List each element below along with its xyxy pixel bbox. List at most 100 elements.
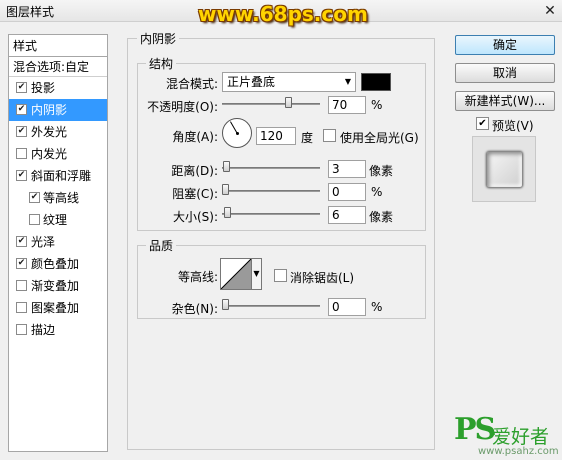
distance-label: 距离(D): <box>171 164 218 178</box>
noise-input[interactable]: 0 <box>328 298 366 316</box>
structure-group-title: 结构 <box>146 55 177 72</box>
watermark-text: www.68ps.com <box>198 2 368 26</box>
window-title: 图层样式 <box>6 5 55 19</box>
style-preview <box>472 136 536 202</box>
style-item-label: 纹理 <box>43 213 68 227</box>
contour-dropdown-button[interactable]: ▼ <box>252 258 262 290</box>
size-unit: 像素 <box>369 210 394 224</box>
contour-picker[interactable] <box>220 258 252 290</box>
angle-dial-center <box>236 132 239 135</box>
style-item-checkbox[interactable] <box>16 280 27 291</box>
blend-mode-label: 混合模式: <box>165 77 218 91</box>
inner-shadow-group-title: 内阴影 <box>137 30 180 47</box>
blend-mode-select[interactable]: 正片叠底 ▼ <box>222 72 356 92</box>
distance-input[interactable]: 3 <box>328 160 366 178</box>
quality-group-title: 品质 <box>146 237 177 254</box>
close-button[interactable]: ✕ <box>540 1 560 19</box>
distance-unit: 像素 <box>369 164 394 178</box>
choke-unit: % <box>371 185 383 199</box>
choke-slider[interactable] <box>222 190 320 192</box>
style-item-checkbox[interactable] <box>16 148 27 159</box>
size-slider[interactable] <box>222 213 320 215</box>
new-style-button[interactable]: 新建样式(W)... <box>455 91 555 111</box>
style-item-checkbox[interactable] <box>29 214 40 225</box>
style-preview-swatch <box>486 151 523 188</box>
distance-slider[interactable] <box>222 167 320 169</box>
style-item-label: 图案叠加 <box>31 301 80 315</box>
style-item-checkbox[interactable]: ✔ <box>16 104 27 115</box>
noise-unit: % <box>371 300 383 314</box>
preview-checkbox[interactable]: ✔ <box>476 117 489 130</box>
preview-label[interactable]: 预览(V) <box>492 117 534 134</box>
size-slider-thumb[interactable] <box>224 207 231 218</box>
global-light-label[interactable]: 使用全局光(G) <box>340 129 419 146</box>
style-item-checkbox[interactable]: ✔ <box>16 236 27 247</box>
style-item-checkbox[interactable]: ✔ <box>16 258 27 269</box>
title-bar: 图层样式 www.68ps.com ✕ <box>0 0 562 26</box>
style-item[interactable]: ✔ 光泽 <box>9 231 107 253</box>
chevron-down-icon: ▼ <box>253 269 260 278</box>
style-item-label: 等高线 <box>43 191 80 205</box>
style-item[interactable]: 纹理 <box>9 209 107 231</box>
style-item-checkbox[interactable]: ✔ <box>16 126 27 137</box>
noise-label: 杂色(N): <box>171 302 218 316</box>
angle-label: 角度(A): <box>172 130 218 144</box>
style-item-label: 斜面和浮雕 <box>31 169 92 183</box>
contour-curve-icon <box>220 258 252 290</box>
style-item[interactable]: ✔ 投影 <box>9 77 107 99</box>
global-light-checkbox[interactable] <box>323 129 336 142</box>
distance-slider-thumb[interactable] <box>223 161 230 172</box>
style-item-label: 投影 <box>31 81 56 95</box>
style-item-label: 颜色叠加 <box>31 257 80 271</box>
style-item-label: 内发光 <box>31 147 68 161</box>
style-item-checkbox[interactable]: ✔ <box>16 170 27 181</box>
style-item[interactable]: ✔ 斜面和浮雕 <box>9 165 107 187</box>
ok-button[interactable]: 确定 <box>455 35 555 55</box>
style-list: 样式 混合选项:自定 ✔ 投影 ✔ 内阴影 ✔ 外发光 内发光 ✔ 斜面和浮雕 ✔ 等高线 纹理 ✔ 光泽… <box>8 34 108 452</box>
style-item[interactable]: 图案叠加 <box>9 297 107 319</box>
style-item[interactable]: ✔ 外发光 <box>9 121 107 143</box>
antialias-checkbox[interactable] <box>274 269 287 282</box>
style-item-label: 内阴影 <box>31 103 68 117</box>
size-input[interactable]: 6 <box>328 206 366 224</box>
blend-mode-value: 正片叠底 <box>227 75 276 89</box>
logo-url: www.psahz.com <box>478 446 559 457</box>
opacity-slider[interactable] <box>222 103 320 105</box>
shadow-color-swatch[interactable] <box>361 73 391 91</box>
opacity-unit: % <box>371 98 383 112</box>
style-item[interactable]: ✔ 等高线 <box>9 187 107 209</box>
style-item-checkbox[interactable] <box>16 302 27 313</box>
choke-label: 阻塞(C): <box>172 187 218 201</box>
style-item-label: 描边 <box>31 323 56 337</box>
choke-input[interactable]: 0 <box>328 183 366 201</box>
antialias-label[interactable]: 消除锯齿(L) <box>290 269 354 286</box>
blend-options-item[interactable]: 混合选项:自定 <box>9 57 107 77</box>
choke-slider-thumb[interactable] <box>222 184 229 195</box>
noise-slider[interactable] <box>222 305 320 307</box>
logo-text: 爱好者 <box>492 426 550 448</box>
angle-dial[interactable] <box>222 118 252 148</box>
opacity-input[interactable]: 70 <box>328 96 366 114</box>
style-item-checkbox[interactable]: ✔ <box>16 82 27 93</box>
style-item-checkbox[interactable] <box>16 324 27 335</box>
contour-label: 等高线: <box>177 270 218 284</box>
style-item-label: 渐变叠加 <box>31 279 80 293</box>
style-list-header: 样式 <box>9 35 107 57</box>
style-item-checkbox[interactable]: ✔ <box>29 192 40 203</box>
style-item-label: 外发光 <box>31 125 68 139</box>
opacity-slider-thumb[interactable] <box>285 97 292 108</box>
size-label: 大小(S): <box>172 210 218 224</box>
style-item[interactable]: 内发光 <box>9 143 107 165</box>
cancel-button[interactable]: 取消 <box>455 63 555 83</box>
style-item[interactable]: 渐变叠加 <box>9 275 107 297</box>
style-item[interactable]: ✔ 内阴影 <box>9 99 107 121</box>
noise-slider-thumb[interactable] <box>222 299 229 310</box>
style-item-label: 光泽 <box>31 235 56 249</box>
angle-unit: 度 <box>301 131 314 145</box>
logo-ps: PS <box>454 412 496 447</box>
chevron-down-icon: ▼ <box>344 77 351 86</box>
angle-input[interactable]: 120 <box>256 127 296 145</box>
opacity-label: 不透明度(O): <box>147 100 218 114</box>
style-item[interactable]: 描边 <box>9 319 107 341</box>
style-item[interactable]: ✔ 颜色叠加 <box>9 253 107 275</box>
